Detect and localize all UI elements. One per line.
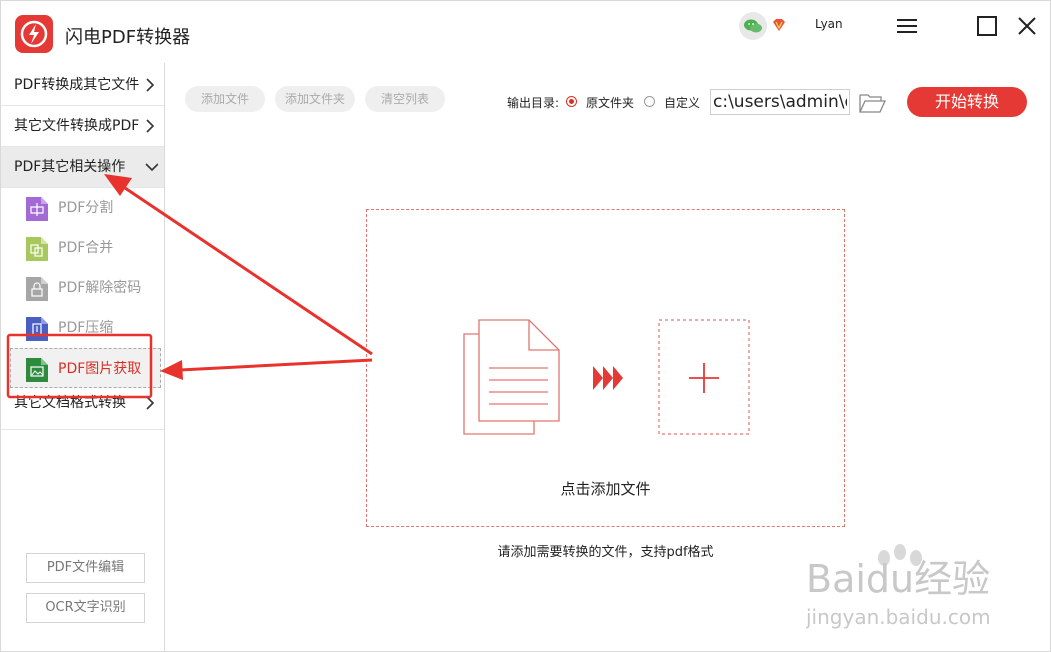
- add-file-illustration: [463, 319, 750, 435]
- radio-original-folder-label[interactable]: 原文件夹: [586, 94, 634, 111]
- output-dir-label: 输出目录:: [507, 96, 560, 110]
- start-convert-button[interactable]: 开始转换: [907, 87, 1027, 117]
- forward-arrows-icon: [593, 366, 623, 390]
- sidebar-item-label: PDF压缩: [58, 320, 114, 336]
- sidebar-item-pdf-image-extract[interactable]: PDF图片获取: [10, 348, 161, 388]
- app-logo: [15, 15, 53, 53]
- category-label: PDF其它相关操作: [14, 159, 126, 175]
- unlock-icon: [26, 277, 48, 301]
- add-folder-button[interactable]: 添加文件夹: [275, 86, 355, 112]
- chevron-right-icon: [146, 119, 155, 133]
- pdf-edit-button[interactable]: PDF文件编辑: [26, 553, 145, 583]
- sidebar-item-pdf-compress[interactable]: PDF压缩: [1, 308, 164, 348]
- category-other-to-pdf[interactable]: 其它文件转换成PDF: [1, 106, 164, 147]
- add-slot-icon: [658, 319, 750, 435]
- radio-custom[interactable]: [644, 96, 655, 107]
- drop-zone-hint: 请添加需要转换的文件，支持pdf格式: [497, 545, 714, 560]
- split-icon: [26, 197, 48, 221]
- chevron-down-icon: [145, 163, 158, 172]
- compress-icon: [26, 317, 48, 341]
- radio-custom-label[interactable]: 自定义: [664, 94, 700, 111]
- category-pdf-other-ops[interactable]: PDF其它相关操作: [1, 147, 164, 188]
- vip-diamond-icon[interactable]: [771, 17, 787, 33]
- sidebar-item-label: PDF分割: [58, 200, 114, 216]
- menu-icon[interactable]: [894, 13, 920, 39]
- radio-original-folder[interactable]: [566, 96, 577, 107]
- category-other-formats[interactable]: 其它文档格式转换: [1, 389, 164, 430]
- document-icon: [463, 319, 560, 435]
- maximize-icon[interactable]: [974, 13, 1000, 39]
- category-pdf-to-other[interactable]: PDF转换成其它文件: [1, 65, 164, 106]
- category-label: 其它文件转换成PDF: [14, 118, 140, 134]
- sidebar-item-label: PDF合并: [58, 240, 114, 256]
- sidebar-item-pdf-merge[interactable]: PDF合并: [1, 228, 164, 268]
- merge-icon: [26, 237, 48, 261]
- clear-list-button[interactable]: 清空列表: [365, 86, 445, 112]
- sidebar-item-pdf-unlock[interactable]: PDF解除密码: [1, 268, 164, 308]
- close-icon[interactable]: [1014, 13, 1040, 39]
- sidebar: PDF转换成其它文件 其它文件转换成PDF PDF其它相关操作 PDF分割 PD…: [1, 63, 165, 651]
- lightning-logo-icon: [20, 20, 48, 48]
- sidebar-item-pdf-split[interactable]: PDF分割: [1, 188, 164, 228]
- baidu-jingyan-watermark: Baidu经验 jingyan.baidu.com: [806, 544, 991, 629]
- chevron-right-icon: [146, 78, 155, 92]
- file-drop-zone[interactable]: 点击添加文件: [366, 209, 845, 527]
- username[interactable]: Lyan: [815, 17, 843, 31]
- app-title: 闪电PDF转换器: [65, 27, 191, 48]
- add-file-button[interactable]: 添加文件: [185, 86, 265, 112]
- image-icon: [26, 358, 48, 382]
- folder-open-icon[interactable]: [859, 92, 887, 114]
- category-label: PDF转换成其它文件: [14, 77, 140, 93]
- category-label: 其它文档格式转换: [14, 395, 126, 411]
- drop-zone-text: 点击添加文件: [560, 480, 651, 498]
- title-bar: 闪电PDF转换器 Lyan: [1, 1, 1050, 63]
- output-path-input[interactable]: [710, 89, 850, 115]
- wechat-icon[interactable]: [739, 12, 767, 40]
- sidebar-item-label: PDF解除密码: [58, 280, 142, 296]
- watermark-brand: Baidu经验: [806, 557, 990, 601]
- chevron-right-icon: [146, 396, 155, 410]
- watermark-url: jingyan.baidu.com: [806, 605, 991, 629]
- ocr-button[interactable]: OCR文字识别: [26, 593, 145, 623]
